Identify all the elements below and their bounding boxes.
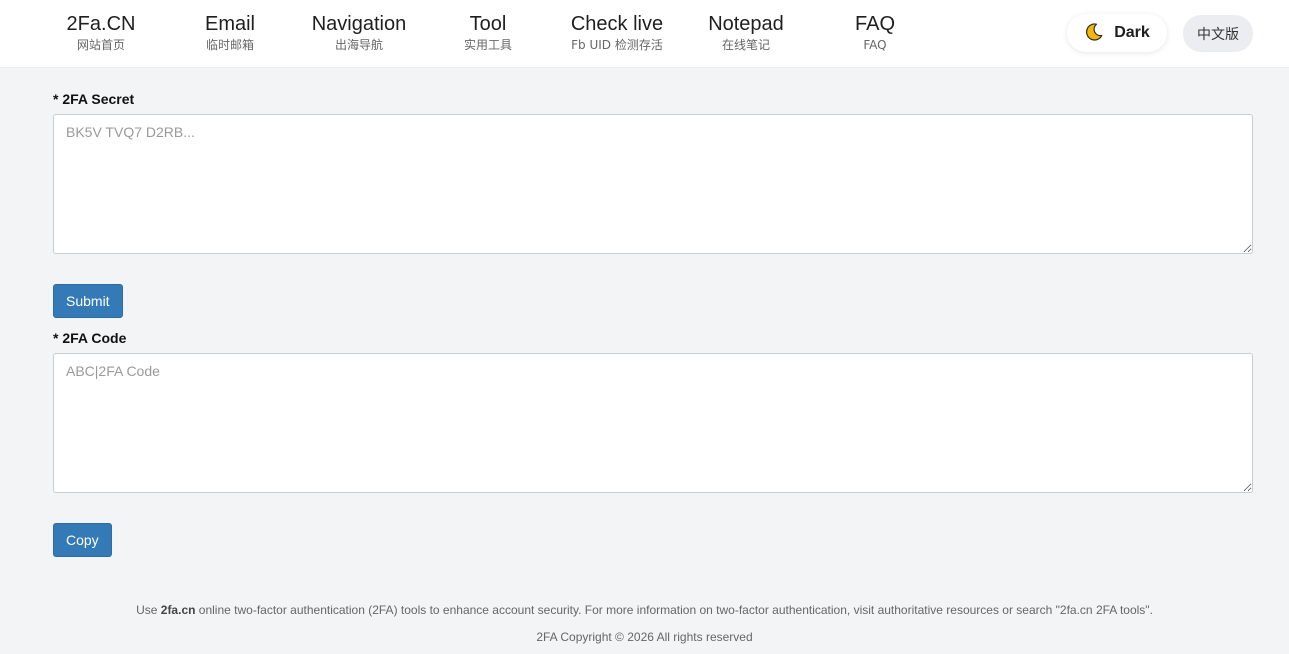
nav-item-title: Email [204,13,255,35]
nav-item-subtitle: 实用工具 [463,38,512,52]
nav-item-faq[interactable]: FAQ FAQ [810,12,940,53]
secret-input[interactable] [53,114,1253,254]
submit-button[interactable]: Submit [53,284,123,318]
dark-mode-toggle[interactable]: Dark [1067,14,1167,52]
moon-icon [1084,22,1104,45]
nav-item-tool[interactable]: Tool 实用工具 [423,12,553,53]
nav-item-notepad[interactable]: Notepad 在线笔记 [681,12,811,53]
footer-prefix: Use [136,603,161,617]
nav-item-home[interactable]: 2Fa.CN 网站首页 [36,12,166,53]
footer-description: Use 2fa.cn online two-factor authenticat… [0,603,1289,617]
nav-item-subtitle: FAQ [863,38,887,52]
nav-item-subtitle: 出海导航 [334,38,383,52]
nav-item-subtitle: 临时邮箱 [205,38,254,52]
nav-item-title: Check live [570,13,664,35]
nav-item-subtitle: 在线笔记 [721,38,770,52]
copy-button[interactable]: Copy [53,523,112,557]
footer-text: online two-factor authentication (2FA) t… [195,603,1153,617]
code-field-label: * 2FA Code [53,330,127,346]
nav-item-title: Notepad [708,13,784,35]
nav-item-check-live[interactable]: Check live Fb UID 检测存活 [552,12,682,53]
footer-copyright: 2FA Copyright © 2026 All rights reserved [536,630,753,644]
nav-item-title: Navigation [311,13,407,35]
footer-brand: 2fa.cn [160,603,196,617]
nav-item-navigation[interactable]: Navigation 出海导航 [294,12,424,53]
language-toggle-button[interactable]: 中文版 [1183,15,1253,52]
nav-item-subtitle: Fb UID 检测存活 [571,38,663,52]
nav-item-title: Tool [469,13,507,35]
nav-item-subtitle: 网站首页 [76,38,125,52]
nav-item-email[interactable]: Email 临时邮箱 [165,12,295,53]
secret-field-label: * 2FA Secret [53,91,135,107]
nav-item-title: FAQ [854,13,895,35]
nav-item-title: 2Fa.CN [66,13,136,35]
top-navigation-bar: 2Fa.CN 网站首页 Email 临时邮箱 Navigation 出海导航 T… [0,0,1289,68]
dark-mode-label: Dark [1114,24,1150,41]
code-output[interactable] [53,353,1253,493]
